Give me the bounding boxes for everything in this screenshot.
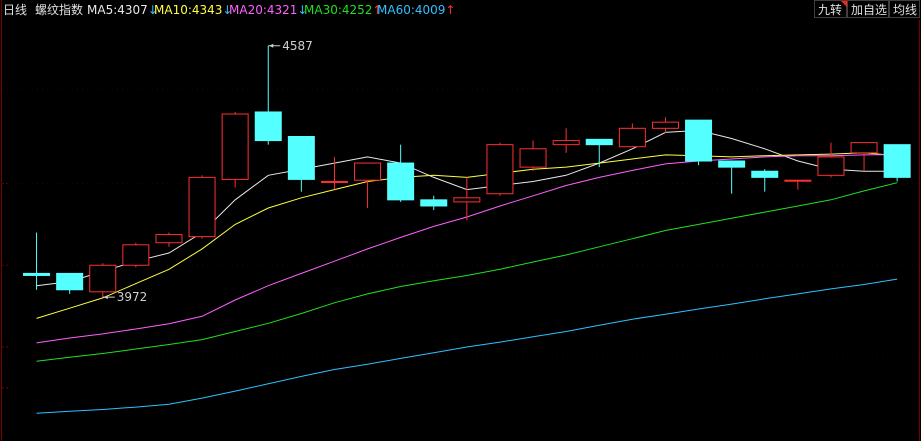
candle-body-up bbox=[320, 180, 348, 183]
candle bbox=[751, 169, 779, 192]
candle-body-down bbox=[883, 144, 911, 178]
candle-body-down bbox=[287, 135, 315, 180]
candle-body-up bbox=[354, 162, 382, 181]
candle-body-up bbox=[188, 176, 216, 238]
chart-header: 日线 螺纹指数 MA5:4307↓ MA10:4343↓ MA20:4321↓ … bbox=[0, 0, 921, 20]
candle bbox=[221, 111, 249, 188]
add-watchlist-button-label: 加自选 bbox=[851, 3, 888, 17]
candle-body-down bbox=[751, 170, 779, 178]
candle bbox=[122, 242, 150, 268]
ma20-label: MA20: bbox=[229, 3, 267, 17]
ma5-label: MA5: bbox=[87, 3, 118, 17]
jiuzhuan-button-label: 九转 bbox=[818, 3, 843, 17]
candle-body-up bbox=[122, 244, 150, 266]
period-label[interactable]: 日线 bbox=[3, 0, 27, 20]
candle-body-down bbox=[23, 272, 51, 276]
candle-body-down bbox=[254, 111, 282, 142]
jiuzhuan-button[interactable]: 九转 bbox=[814, 0, 847, 18]
candle bbox=[585, 138, 613, 168]
candle bbox=[56, 272, 84, 294]
ma-lines-button[interactable]: 均线 bbox=[889, 0, 920, 18]
candle-body-down bbox=[718, 160, 746, 168]
candle-body-up bbox=[850, 142, 878, 154]
candle-body-up bbox=[453, 197, 481, 203]
candle bbox=[883, 144, 911, 182]
candle-body-up bbox=[519, 148, 547, 168]
ma60-line bbox=[36, 278, 898, 414]
ma60-value: 4009 bbox=[414, 3, 446, 17]
candle-body-up bbox=[486, 144, 514, 195]
candle-body-down bbox=[387, 162, 415, 201]
candle bbox=[817, 142, 845, 178]
candle bbox=[89, 263, 117, 298]
candle-body-up bbox=[817, 156, 845, 176]
candle-body-down bbox=[585, 138, 613, 146]
ma60-arrow-icon: ↑ bbox=[445, 3, 456, 17]
candles bbox=[23, 45, 911, 298]
candle bbox=[23, 232, 51, 290]
annotation-label: 4587 bbox=[282, 39, 313, 53]
candle bbox=[519, 140, 547, 172]
ma60-label: MA60: bbox=[377, 3, 415, 17]
candle bbox=[651, 117, 679, 134]
grid-lines bbox=[2, 88, 919, 389]
candle-body-up bbox=[221, 113, 249, 180]
annotation-arrow-icon bbox=[103, 295, 108, 300]
candle-body-up bbox=[552, 140, 580, 146]
annotation-label: 3972 bbox=[117, 290, 148, 304]
candle-body-down bbox=[685, 119, 713, 162]
ma-lines-button-label: 均线 bbox=[893, 3, 918, 17]
ma10-label: MA10: bbox=[154, 3, 192, 17]
candle-body-down bbox=[420, 199, 448, 207]
ma30-label: MA30: bbox=[304, 3, 342, 17]
candle bbox=[155, 232, 183, 247]
ma10-legend: MA10:4343↓ bbox=[154, 0, 232, 20]
candle bbox=[420, 195, 448, 211]
candle bbox=[784, 179, 812, 190]
add-watchlist-button[interactable]: 加自选 bbox=[847, 0, 889, 18]
ma10-value: 4343 bbox=[191, 3, 223, 17]
ma30-legend: MA30:4252↑ bbox=[304, 0, 382, 20]
ma5-value: 4307 bbox=[117, 3, 148, 17]
candle-body-up bbox=[89, 264, 117, 293]
candle-body-up bbox=[155, 234, 183, 244]
candle-body-up bbox=[651, 121, 679, 129]
candle bbox=[486, 142, 514, 196]
candle bbox=[685, 119, 713, 166]
candle bbox=[387, 144, 415, 202]
index-name: 螺纹指数 bbox=[35, 3, 84, 17]
ma5-legend: MA5:4307↓ bbox=[87, 0, 158, 20]
candle-body-down bbox=[56, 272, 84, 291]
candle bbox=[188, 175, 216, 239]
candlestick-chart[interactable]: 4587 3972 bbox=[0, 20, 921, 441]
candle bbox=[850, 142, 878, 172]
candle bbox=[354, 162, 382, 209]
candle-body-up bbox=[784, 179, 812, 182]
candle-body-up bbox=[618, 127, 646, 148]
ma20-value: 4321 bbox=[266, 3, 298, 17]
annotation-arrow-icon bbox=[269, 43, 274, 48]
candle bbox=[254, 45, 282, 145]
ma20-legend: MA20:4321↓ bbox=[229, 0, 307, 20]
ma30-value: 4252 bbox=[341, 3, 373, 17]
candle bbox=[552, 128, 580, 153]
candle bbox=[718, 160, 746, 194]
ma60-legend: MA60:4009↑ bbox=[377, 0, 455, 20]
candle bbox=[618, 123, 646, 148]
